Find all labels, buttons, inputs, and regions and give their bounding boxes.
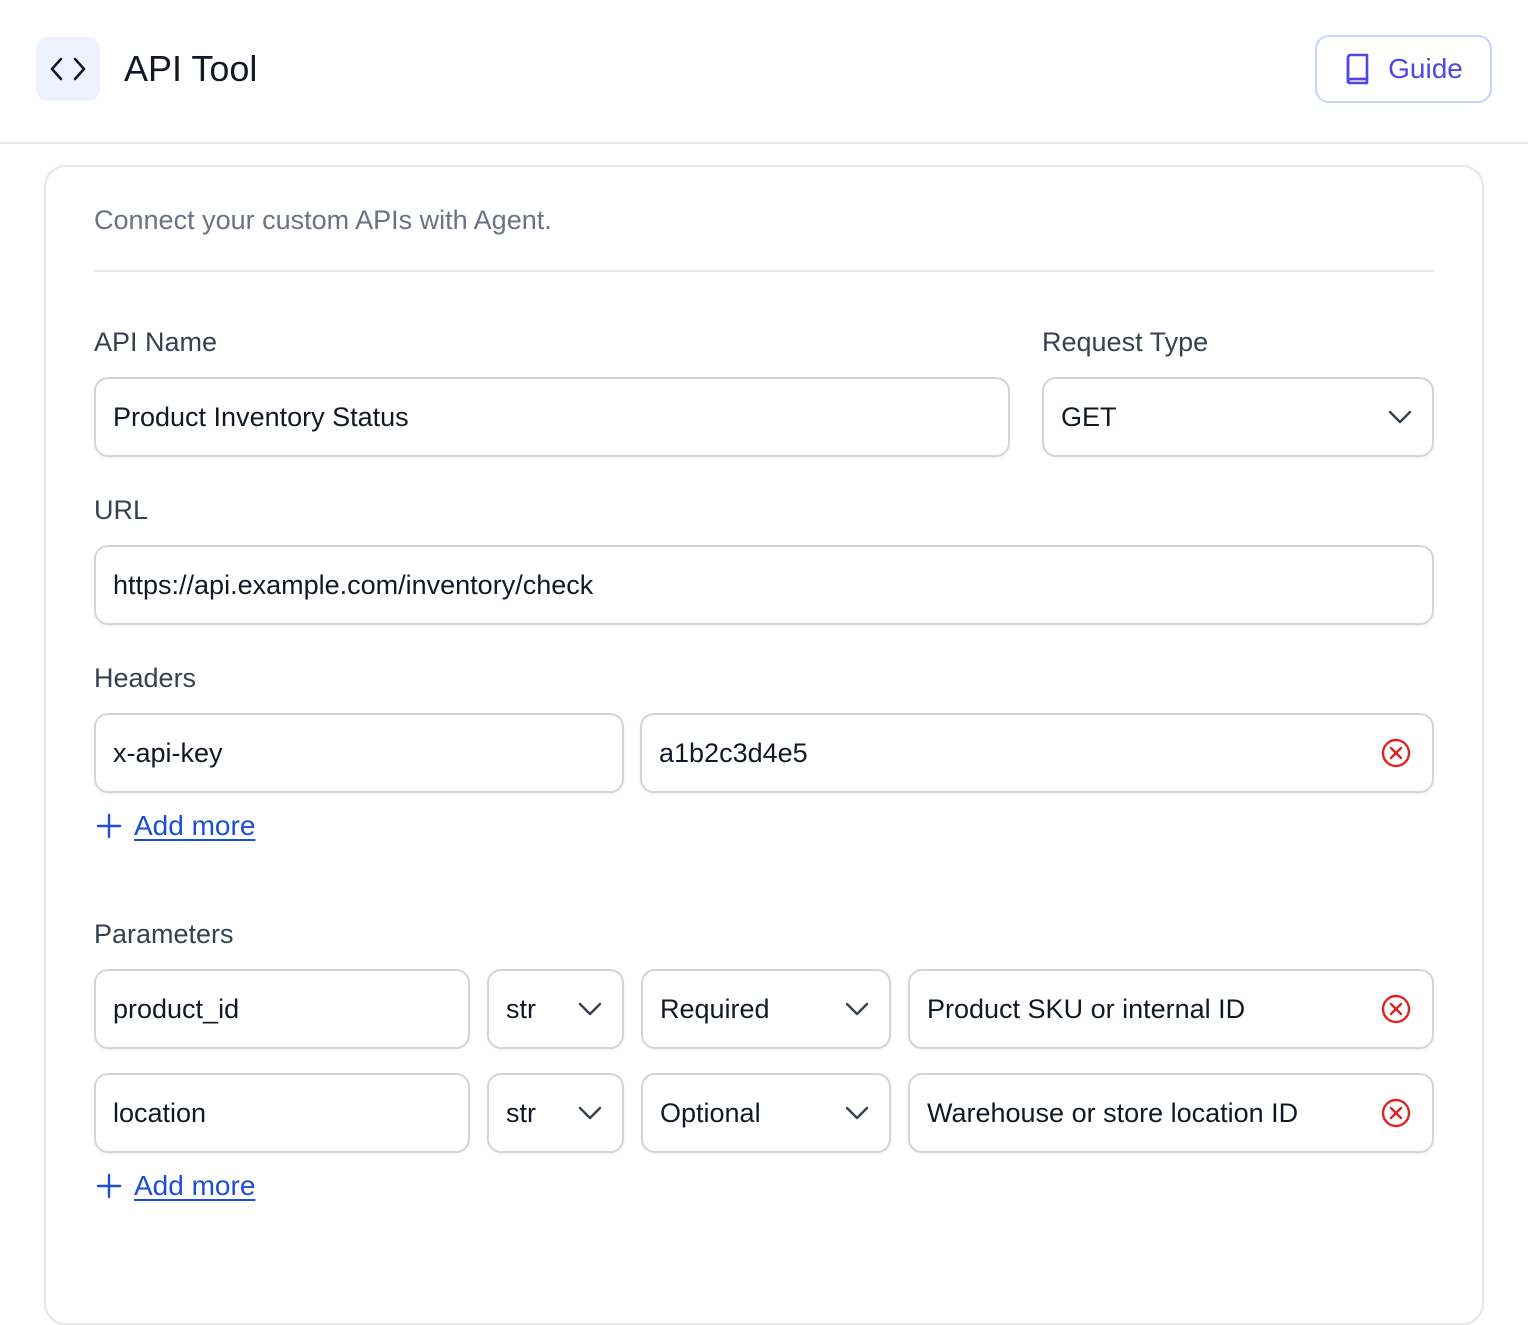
- header-value-value: a1b2c3d4e5: [659, 737, 808, 768]
- param-type-select[interactable]: str: [487, 969, 624, 1049]
- parameters-add-more-label: Add more: [134, 1170, 256, 1201]
- headers-add-more-label: Add more: [134, 810, 256, 841]
- top-bar: API Tool Guide: [0, 0, 1528, 144]
- url-input[interactable]: https://api.example.com/inventory/check: [94, 545, 1434, 625]
- api-name-input[interactable]: Product Inventory Status: [94, 377, 1010, 457]
- chevron-down-icon: [1388, 410, 1412, 424]
- param-name-value: product_id: [113, 993, 240, 1024]
- param-name-input[interactable]: location: [94, 1073, 470, 1153]
- guide-button[interactable]: Guide: [1315, 35, 1492, 103]
- parameters-add-more-link[interactable]: Add more: [96, 1170, 255, 1202]
- header-key-input[interactable]: x-api-key: [94, 713, 624, 793]
- param-description-input[interactable]: Product SKU or internal ID: [908, 969, 1434, 1049]
- param-description-value: Product SKU or internal ID: [927, 993, 1246, 1024]
- header-key-value: x-api-key: [113, 737, 223, 768]
- param-name-value: location: [113, 1097, 207, 1128]
- url-value: https://api.example.com/inventory/check: [113, 569, 594, 600]
- remove-circle-icon[interactable]: [1380, 993, 1412, 1025]
- chevron-down-icon: [578, 1106, 602, 1120]
- remove-circle-icon[interactable]: [1380, 737, 1412, 769]
- headers-label: Headers: [94, 663, 197, 693]
- chevron-down-icon: [845, 1106, 869, 1120]
- api-name-value: Product Inventory Status: [113, 401, 409, 432]
- param-description-input[interactable]: Warehouse or store location ID: [908, 1073, 1434, 1153]
- request-type-select[interactable]: GET: [1042, 377, 1434, 457]
- remove-circle-icon[interactable]: [1380, 1097, 1412, 1129]
- param-required-select[interactable]: Optional: [641, 1073, 891, 1153]
- page-title: API Tool: [124, 48, 258, 89]
- param-type-value: str: [506, 1097, 536, 1128]
- api-name-label: API Name: [94, 327, 218, 357]
- url-label: URL: [94, 495, 149, 525]
- divider: [94, 270, 1434, 272]
- guide-button-label: Guide: [1388, 53, 1463, 84]
- param-description-value: Warehouse or store location ID: [927, 1097, 1299, 1128]
- request-type-value: GET: [1061, 401, 1117, 432]
- param-type-select[interactable]: str: [487, 1073, 624, 1153]
- param-required-value: Optional: [660, 1097, 761, 1128]
- request-type-label: Request Type: [1042, 327, 1209, 357]
- book-icon: [1344, 53, 1370, 85]
- plus-icon: [96, 813, 122, 839]
- parameters-label: Parameters: [94, 919, 234, 949]
- chevron-down-icon: [845, 1002, 869, 1016]
- param-type-value: str: [506, 993, 536, 1024]
- chevron-down-icon: [578, 1002, 602, 1016]
- param-required-value: Required: [660, 993, 770, 1024]
- param-name-input[interactable]: product_id: [94, 969, 470, 1049]
- header-value-input[interactable]: a1b2c3d4e5: [640, 713, 1434, 793]
- plus-icon: [96, 1173, 122, 1199]
- param-required-select[interactable]: Required: [641, 969, 891, 1049]
- code-icon: [36, 37, 100, 101]
- card-description: Connect your custom APIs with Agent.: [94, 205, 552, 235]
- headers-add-more-link[interactable]: Add more: [96, 810, 255, 842]
